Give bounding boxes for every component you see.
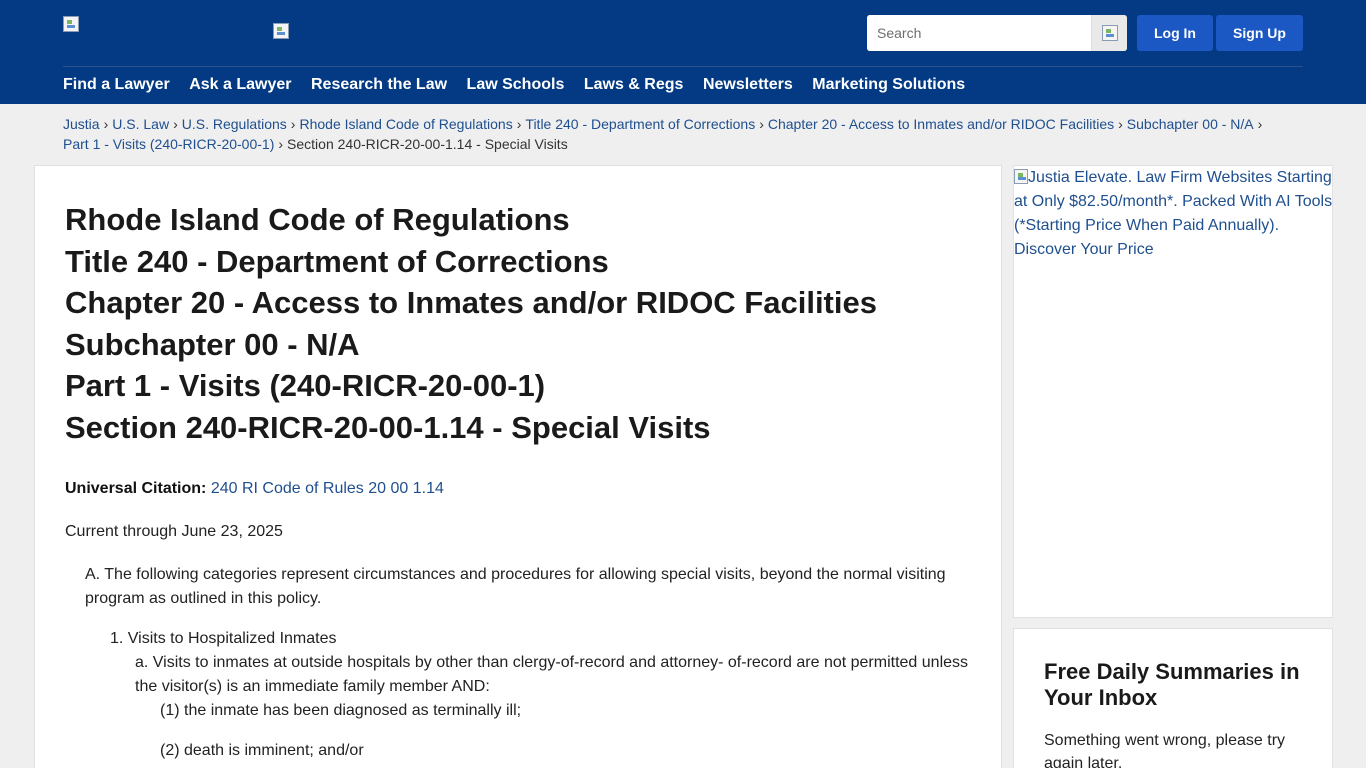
broken-image-icon (1014, 169, 1028, 184)
title-line: Part 1 - Visits (240-RICR-20-00-1) (65, 368, 546, 404)
title-line: Title 240 - Department of Corrections (65, 243, 609, 279)
title-line: Rhode Island Code of Regulations (65, 202, 570, 237)
newsletter-title: Free Daily Summaries in Your Inbox (1044, 659, 1300, 710)
newsletter-error: Something went wrong, please try again l… (1044, 732, 1286, 768)
breadcrumb-separator: › (1118, 116, 1123, 132)
ad-alt-text: Justia Elevate. Law Firm Websites Starti… (1014, 169, 1333, 258)
breadcrumb: Justia › U.S. Law › U.S. Regulations › Rhode I… (63, 114, 1283, 154)
list-item-1a: a. Visits to inmates at outside hospital… (135, 654, 969, 695)
signup-button[interactable]: Sign Up (1216, 15, 1303, 51)
title-line: Section 240-RICR-20-00-1.14 - Special Vi… (65, 409, 711, 445)
nav-ask-a-lawyer[interactable]: Ask a Lawyer (189, 74, 291, 98)
list-item-1a-2: (2) death is imminent; and/or (160, 742, 364, 759)
citation-link[interactable]: 240 RI Code of Rules 20 00 1.14 (211, 480, 444, 497)
nav-marketing-solutions[interactable]: Marketing Solutions (812, 74, 965, 98)
list-item-1: 1. Visits to Hospitalized Inmates (110, 630, 337, 647)
breadcrumb-link[interactable]: Chapter 20 - Access to Inmates and/or RI… (768, 116, 1114, 132)
breadcrumb-separator: › (278, 136, 284, 152)
nav-law-schools[interactable]: Law Schools (467, 74, 565, 98)
citation-label: Universal Citation: (65, 480, 207, 497)
ad-link[interactable]: Justia Elevate. Law Firm Websites Starti… (1014, 166, 1334, 262)
main-nav: Find a Lawyer Ask a Lawyer Research the … (63, 74, 985, 98)
broken-image-icon (63, 16, 79, 32)
breadcrumb-separator: › (103, 116, 109, 132)
breadcrumb-link[interactable]: Justia (63, 116, 100, 132)
breadcrumb-link[interactable]: Title 240 - Department of Corrections (525, 116, 755, 132)
search-icon (1101, 25, 1118, 41)
paragraph-a: A. The following categories represent ci… (85, 566, 946, 607)
breadcrumb-separator: › (516, 116, 522, 132)
list-item-1a-1: (1) the inmate has been diagnosed as ter… (160, 702, 522, 719)
header-divider (63, 66, 1303, 67)
search-button[interactable] (1091, 15, 1127, 51)
nav-newsletters[interactable]: Newsletters (703, 74, 793, 98)
newsletter-panel: Free Daily Summaries in Your Inbox Somet… (1013, 628, 1333, 768)
ad-banner: Justia Elevate. Law Firm Websites Starti… (1013, 165, 1333, 618)
breadcrumb-separator: › (173, 116, 178, 132)
main-content: Rhode Island Code of Regulations Title 2… (34, 165, 1002, 768)
nav-find-a-lawyer[interactable]: Find a Lawyer (63, 74, 170, 98)
title-line: Subchapter 00 - N/A (65, 326, 360, 362)
breadcrumb-link[interactable]: U.S. Regulations (182, 116, 287, 132)
breadcrumb-separator: › (759, 116, 764, 132)
nav-laws-regs[interactable]: Laws & Regs (584, 74, 684, 98)
current-through: Current through June 23, 2025 (65, 523, 283, 540)
nav-research-the-law[interactable]: Research the Law (311, 74, 447, 98)
search-box (867, 15, 1127, 51)
justia-logo[interactable] (63, 16, 79, 32)
breadcrumb-link[interactable]: U.S. Law (112, 116, 169, 132)
search-input[interactable] (867, 15, 1091, 51)
breadcrumb-separator: › (290, 116, 296, 132)
universal-citation: Universal Citation: 240 RI Code of Rules… (65, 479, 444, 499)
breadcrumb-link[interactable]: Part 1 - Visits (240-RICR-20-00-1) (63, 136, 274, 152)
login-button[interactable]: Log In (1137, 15, 1213, 51)
broken-image-icon (273, 23, 289, 39)
breadcrumb-current: Section 240-RICR-20-00-1.14 - Special Vi… (287, 136, 568, 152)
title-line: Chapter 20 - Access to Inmates and/or RI… (65, 285, 877, 321)
site-header: Log In Sign Up Find a Lawyer Ask a Lawye… (0, 0, 1366, 104)
header-banner-image[interactable] (273, 23, 289, 39)
breadcrumb-separator: › (1257, 116, 1263, 132)
breadcrumb-link[interactable]: Subchapter 00 - N/A (1127, 116, 1254, 132)
breadcrumb-link[interactable]: Rhode Island Code of Regulations (299, 116, 512, 132)
page-title: Rhode Island Code of Regulations Title 2… (65, 199, 965, 449)
